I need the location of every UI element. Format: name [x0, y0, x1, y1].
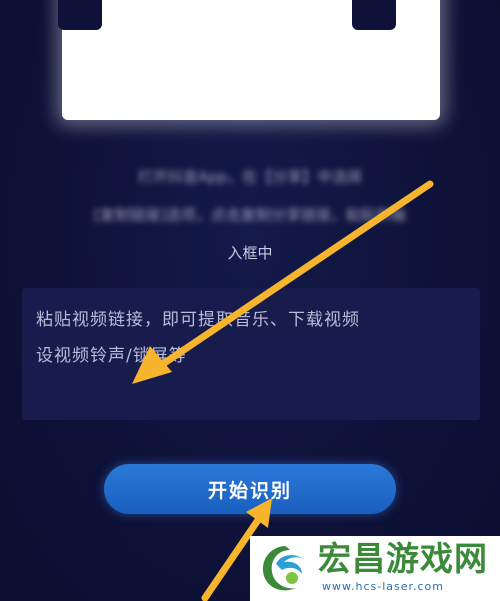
instruction-line-3: 入框中: [227, 244, 273, 262]
link-input-placeholder-line2: 设视频铃声/锁屏等: [36, 346, 187, 366]
link-input[interactable]: 粘贴视频链接，即可提取音乐、下载视频 设视频铃声/锁屏等: [22, 288, 480, 420]
instruction-line-2: [复制链接]选项，点击复制分享链接，粘贴到输: [94, 206, 406, 224]
brand-logo-icon: [262, 546, 304, 591]
preview-notch-left: [58, 0, 102, 30]
link-input-placeholder: 粘贴视频链接，即可提取音乐、下载视频: [36, 310, 360, 330]
start-recognize-button[interactable]: 开始识别: [104, 464, 396, 514]
instruction-text: 打开抖音App，在【分享】中选择 [复制链接]选项，点击复制分享链接，粘贴到输 …: [30, 158, 470, 272]
preview-notch-right: [352, 0, 396, 30]
instruction-line-1: 打开抖音App，在【分享】中选择: [137, 168, 363, 186]
watermark-brand: 宏昌游戏网: [318, 539, 488, 578]
site-watermark: 宏昌游戏网 www.hcs-laser.com: [250, 536, 500, 601]
watermark-site: www.hcs-laser.com: [322, 580, 444, 593]
app-screen: 打开抖音App，在【分享】中选择 [复制链接]选项，点击复制分享链接，粘贴到输 …: [0, 0, 500, 601]
